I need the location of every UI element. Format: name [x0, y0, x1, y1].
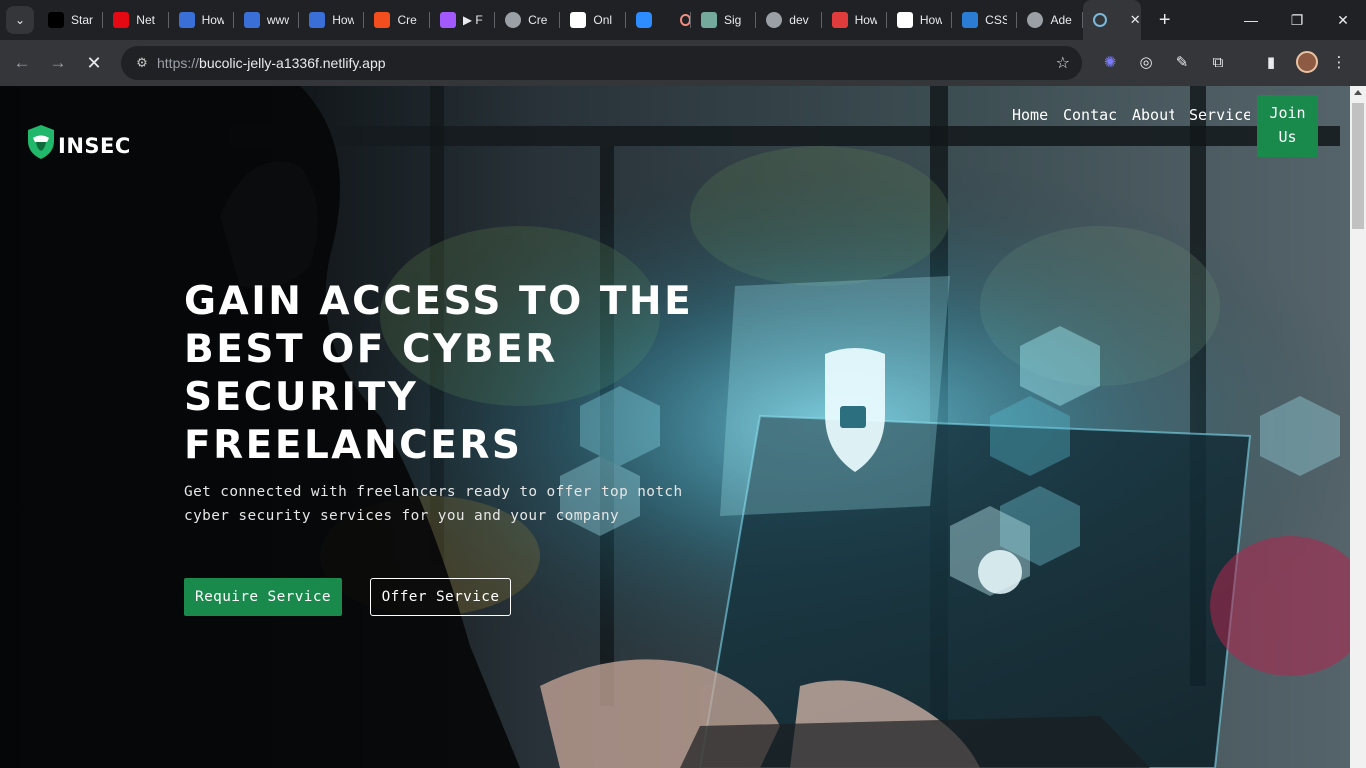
- tab-title: Onl: [593, 13, 613, 27]
- tab-search-button[interactable]: ⌄: [6, 6, 34, 34]
- tab[interactable]: CSS: [952, 0, 1018, 40]
- tab-title: How: [919, 13, 942, 27]
- site-logo[interactable]: INSEC: [26, 124, 131, 160]
- tab[interactable]: How: [822, 0, 887, 40]
- extension-gear-icon[interactable]: ✺: [1096, 48, 1124, 76]
- tab-title: Cre: [397, 13, 417, 27]
- back-button[interactable]: ←: [4, 45, 40, 81]
- extension-target-icon[interactable]: ◎: [1132, 48, 1160, 76]
- scrollbar-thumb[interactable]: [1352, 103, 1364, 229]
- netlify-icon: [1092, 13, 1107, 27]
- recording-icon: [680, 14, 691, 26]
- stop-loading-button[interactable]: ✕: [76, 45, 112, 81]
- tab-title: How: [854, 13, 877, 27]
- tab-strip: ⌄ Star Net How www How Cre ▶ F Cre Onl Sig dev How H…: [0, 0, 1366, 40]
- tab-title: Ade: [1050, 13, 1072, 27]
- close-window-button[interactable]: ✕: [1320, 0, 1366, 40]
- close-tab-icon[interactable]: ✕: [1130, 12, 1141, 28]
- join-us-button[interactable]: Join Us: [1257, 95, 1318, 157]
- restore-button[interactable]: ❐: [1274, 0, 1320, 40]
- close-icon: ✕: [86, 52, 102, 73]
- tab[interactable]: www: [234, 0, 300, 40]
- nav-about-link[interactable]: About: [1132, 104, 1174, 124]
- hex-icon: [896, 12, 913, 28]
- tab-title: CSS: [985, 13, 1008, 27]
- tab[interactable]: Cre: [364, 0, 430, 40]
- x-icon: [48, 12, 64, 28]
- bookmark-star-icon[interactable]: ☆: [1056, 53, 1070, 73]
- tab-title: www: [266, 13, 289, 27]
- hero-headline: Gain access to the best of cyber securit…: [184, 279, 694, 468]
- tab-title: How: [332, 13, 355, 27]
- figma-icon: [439, 12, 456, 28]
- main-nav: Home Contact About Services Join Us: [1012, 95, 1318, 157]
- globe-icon: [1027, 12, 1044, 28]
- url-scheme: https://: [157, 55, 200, 71]
- netflix-icon: [113, 12, 130, 28]
- figma-icon: [374, 12, 391, 28]
- browser-toolbar: ← → ✕ ⚙ https://bucolic-jelly-a1336f.net…: [0, 40, 1366, 86]
- nav-services-link[interactable]: Services: [1189, 104, 1250, 124]
- tab-title: Cre: [528, 13, 548, 27]
- edge-icon: [962, 12, 979, 28]
- tab[interactable]: How: [299, 0, 365, 40]
- address-bar[interactable]: ⚙ https://bucolic-jelly-a1336f.netlify.a…: [121, 46, 1082, 80]
- scroll-up-arrow-icon[interactable]: [1354, 90, 1362, 95]
- url-text[interactable]: https://bucolic-jelly-a1336f.netlify.app: [157, 55, 386, 71]
- side-panel-icon[interactable]: ▮: [1257, 48, 1285, 76]
- tab-title: Sig: [723, 13, 742, 27]
- tab-title: ▶ F: [462, 13, 483, 27]
- page-scrollbar[interactable]: [1350, 86, 1366, 768]
- bookmark-icon: [178, 12, 195, 28]
- globe-icon: [505, 12, 522, 28]
- tab-active[interactable]: ✕: [1082, 0, 1141, 40]
- tab[interactable]: How: [169, 0, 234, 40]
- arrow-right-icon: →: [49, 53, 67, 72]
- tab-list: Star Net How www How Cre ▶ F Cre Onl Sig dev How How…: [38, 0, 1083, 40]
- tab[interactable]: Net: [103, 0, 169, 40]
- offer-service-button[interactable]: Offer Service: [370, 578, 511, 616]
- minimize-button[interactable]: —: [1228, 0, 1274, 40]
- hero-subtitle: Get connected with freelancers ready to …: [184, 484, 683, 524]
- brand-name: INSEC: [58, 134, 131, 158]
- require-service-button[interactable]: Require Service: [184, 578, 342, 616]
- tab-title: dev: [789, 13, 809, 27]
- tab-title: Net: [136, 13, 155, 27]
- new-tab-button[interactable]: +: [1151, 6, 1179, 34]
- page-viewport: INSEC Home Contact About Services Join U…: [0, 86, 1350, 768]
- bookmark-icon: [243, 12, 260, 28]
- eyedropper-icon[interactable]: ✎: [1168, 48, 1196, 76]
- site-info-icon[interactable]: ⚙: [127, 55, 157, 71]
- tab[interactable]: Star: [38, 0, 104, 40]
- tab[interactable]: Onl: [560, 0, 626, 40]
- browser-menu-icon[interactable]: ⋮: [1325, 48, 1353, 76]
- openai-icon: [700, 12, 717, 28]
- chevron-down-icon: ⌄: [14, 13, 26, 27]
- profile-avatar[interactable]: [1293, 48, 1321, 76]
- avatar: [1296, 51, 1318, 73]
- url-host: bucolic-jelly-a1336f.netlify.app: [199, 55, 386, 71]
- bookmark-icon: [309, 12, 326, 28]
- chrome-icon: [766, 12, 783, 28]
- window-controls: — ❐ ✕: [1228, 0, 1366, 40]
- tab[interactable]: How: [887, 0, 953, 40]
- tab-title: Star: [71, 13, 93, 27]
- arrow-left-icon: ←: [13, 53, 31, 72]
- shield-logo-icon: [28, 125, 54, 159]
- tab[interactable]: [626, 0, 691, 40]
- extensions-puzzle-icon[interactable]: ⧉: [1204, 48, 1232, 76]
- vimeo-icon: [570, 12, 587, 28]
- forward-button[interactable]: →: [40, 45, 76, 81]
- tab-title: How: [201, 13, 224, 27]
- tab[interactable]: Ade: [1017, 0, 1083, 40]
- tab[interactable]: Cre: [495, 0, 561, 40]
- zoom-icon: [635, 12, 652, 28]
- tab[interactable]: ▶ F: [430, 0, 496, 40]
- tab[interactable]: Sig: [691, 0, 757, 40]
- nav-home-link[interactable]: Home: [1012, 104, 1048, 124]
- s-icon: [831, 12, 848, 28]
- tab[interactable]: dev: [756, 0, 822, 40]
- nav-contact-link[interactable]: Contact: [1063, 104, 1117, 124]
